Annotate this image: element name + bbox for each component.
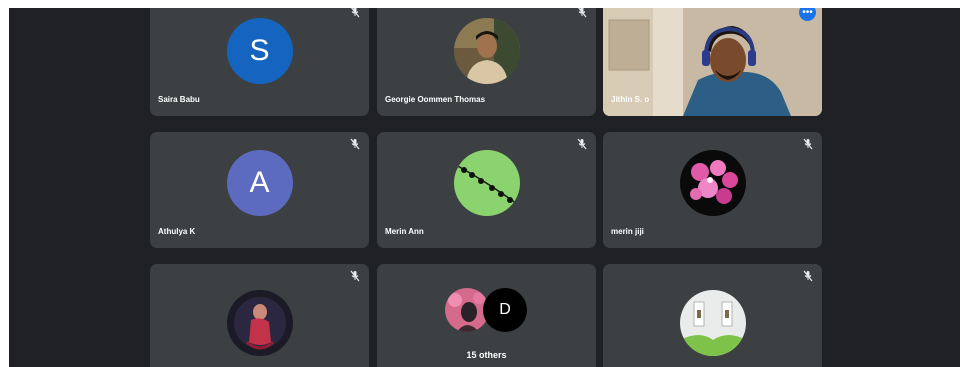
- participant-tile-saira-babu[interactable]: S Saira Babu: [150, 8, 369, 116]
- participant-name: Saira Babu: [158, 95, 200, 104]
- participant-name: merin jiji: [611, 227, 644, 236]
- others-avatar-letter: D: [483, 288, 527, 332]
- avatar: [679, 290, 746, 356]
- participant-tile[interactable]: [603, 264, 822, 367]
- mic-off-icon: [350, 270, 360, 282]
- mic-off-icon: [350, 138, 360, 150]
- participant-tile-merin-jiji[interactable]: merin jiji: [603, 132, 822, 248]
- avatar: [453, 18, 520, 84]
- avatar: [453, 150, 520, 216]
- participant-tile-athulya-k[interactable]: A Athulya K: [150, 132, 369, 248]
- mic-off-icon: [351, 8, 360, 18]
- avatar: [226, 290, 293, 356]
- participant-name: Georgie Oommen Thomas: [385, 95, 486, 104]
- participant-tile-georgie-oommen-thomas[interactable]: Georgie Oommen Thomas: [377, 8, 596, 116]
- participant-tile-merin-ann[interactable]: Merin Ann: [377, 132, 596, 248]
- profile-photo-image: [453, 18, 520, 84]
- mic-off-icon: [803, 270, 813, 282]
- others-count-label: 15 others: [466, 350, 507, 360]
- participant-name: Jithin S. o: [611, 95, 650, 104]
- avatar: S: [226, 18, 293, 84]
- others-tile[interactable]: D 15 others: [377, 264, 596, 367]
- meeting-grid: S Saira Babu Georgie Oommen Thomas ••• J…: [9, 8, 960, 367]
- avatar-letter: D: [499, 301, 511, 318]
- more-options-icon: •••: [802, 8, 813, 18]
- mic-off-icon: [803, 138, 813, 150]
- profile-photo-image: [226, 290, 293, 356]
- avatar: A: [226, 150, 293, 216]
- mic-off-icon: [577, 138, 587, 150]
- avatar: [679, 150, 746, 216]
- participant-tile[interactable]: [150, 264, 369, 367]
- avatar-letter: S: [249, 34, 270, 67]
- avatar-letter: A: [249, 166, 270, 199]
- profile-photo-image: [453, 150, 520, 216]
- mic-off-icon: [578, 8, 587, 18]
- participant-tile-jithin[interactable]: ••• Jithin S. o: [603, 8, 822, 116]
- participant-name: Athulya K: [158, 227, 196, 236]
- profile-photo-image: [679, 290, 746, 356]
- participant-name: Merin Ann: [385, 227, 424, 236]
- profile-photo-image: [679, 150, 746, 216]
